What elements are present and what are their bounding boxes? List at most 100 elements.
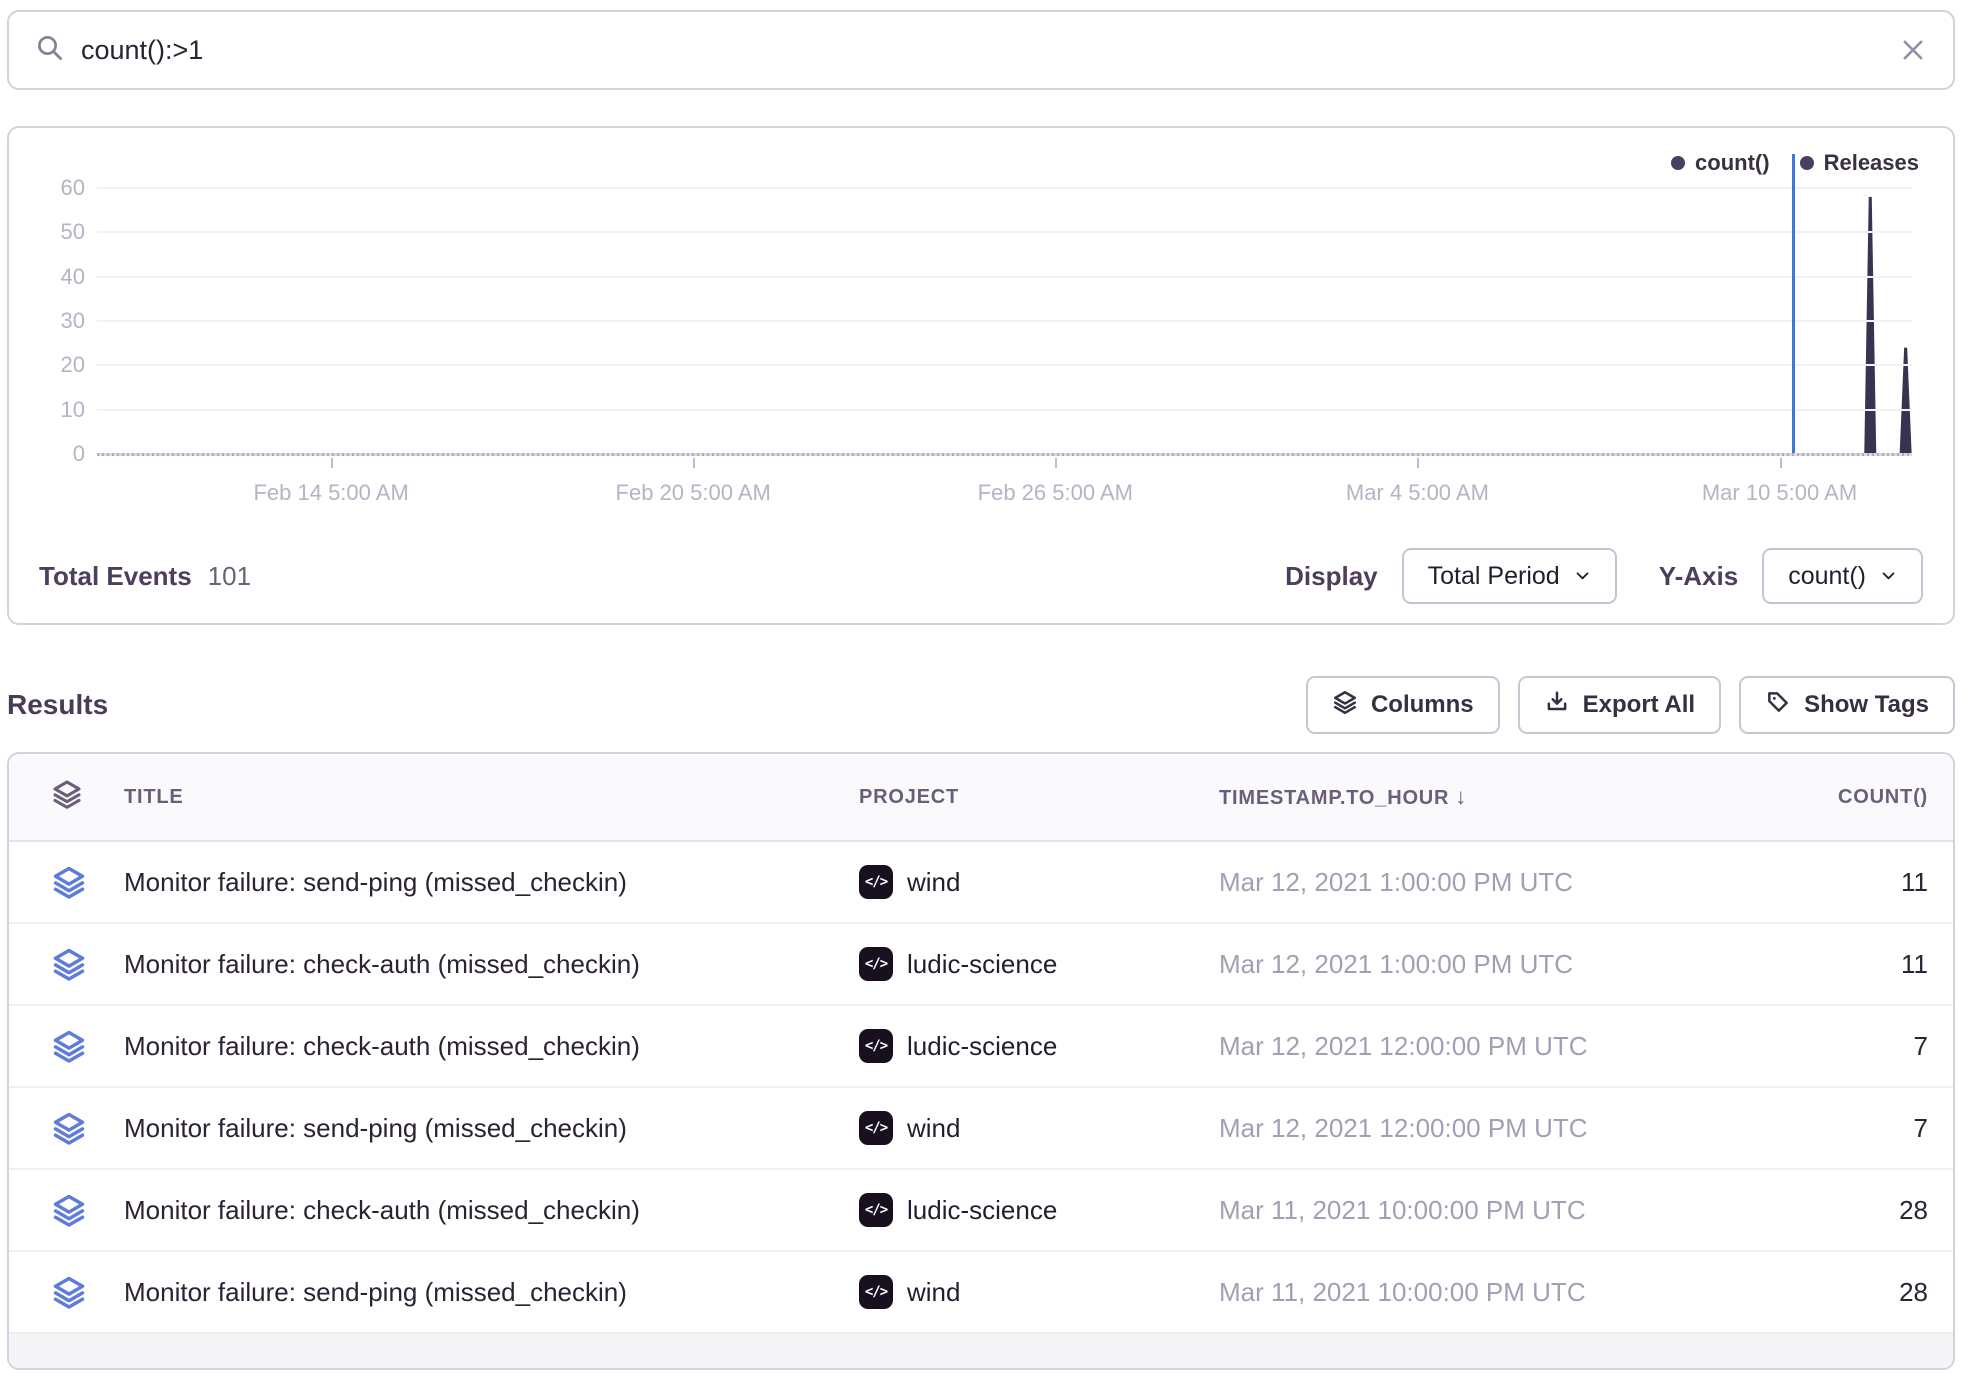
close-icon[interactable] (1899, 36, 1927, 64)
search-icon (35, 33, 65, 68)
code-icon: </> (859, 1275, 893, 1309)
project-name: wind (907, 867, 960, 898)
columns-button[interactable]: Columns (1306, 676, 1500, 734)
x-axis-tick-label: Feb 26 5:00 AM (978, 480, 1133, 506)
show-tags-button-label: Show Tags (1804, 691, 1929, 719)
y-axis-tick-label: 20 (9, 352, 85, 378)
table-row: Monitor failure: send-ping (missed_check… (9, 842, 1953, 924)
x-axis-tick (1417, 458, 1419, 468)
y-axis-tick-label: 10 (9, 397, 85, 423)
code-icon: </> (859, 947, 893, 981)
table-row: Monitor failure: check-auth (missed_chec… (9, 1170, 1953, 1252)
display-label: Display (1285, 561, 1378, 592)
chart-x-axis-line (97, 453, 1912, 456)
event-title-link[interactable]: Monitor failure: check-auth (missed_chec… (124, 949, 859, 980)
project-cell: </> wind (859, 865, 1219, 899)
timestamp-cell: Mar 12, 2021 1:00:00 PM UTC (1219, 867, 1674, 898)
timestamp-cell: Mar 11, 2021 10:00:00 PM UTC (1219, 1195, 1674, 1226)
code-icon: </> (859, 865, 893, 899)
x-axis-tick (1780, 458, 1782, 468)
stack-icon (9, 946, 124, 982)
total-events-value: 101 (208, 561, 251, 592)
stack-icon (9, 1110, 124, 1146)
count-cell: 28 (1674, 1195, 1953, 1226)
total-events-label: Total Events (39, 561, 192, 592)
table-row: Monitor failure: send-ping (missed_check… (9, 1252, 1953, 1334)
export-all-button-label: Export All (1583, 691, 1695, 719)
sort-descending-arrow: ↓ (1455, 784, 1467, 809)
project-cell: </> wind (859, 1111, 1219, 1145)
event-title-link[interactable]: Monitor failure: check-auth (missed_chec… (124, 1031, 859, 1062)
stack-icon (1332, 689, 1358, 722)
export-all-button[interactable]: Export All (1518, 676, 1721, 734)
yaxis-label: Y-Axis (1659, 561, 1739, 592)
events-chart-panel: count()Releases 6050403020100 Feb 14 5:0… (7, 126, 1955, 625)
gridline (97, 231, 1912, 233)
results-header-row: Results Columns Export All (7, 676, 1955, 734)
column-header-project[interactable]: PROJECT (859, 786, 1219, 809)
event-title-link[interactable]: Monitor failure: send-ping (missed_check… (124, 1277, 859, 1308)
yaxis-dropdown-value: count() (1788, 562, 1866, 591)
table-row: Monitor failure: check-auth (missed_chec… (9, 924, 1953, 1006)
tag-icon (1765, 689, 1791, 722)
chevron-down-icon (1880, 562, 1897, 591)
display-dropdown[interactable]: Total Period (1402, 548, 1617, 604)
table-row: Monitor failure: send-ping (missed_check… (9, 1088, 1953, 1170)
gridline (97, 364, 1912, 366)
stack-icon (9, 1274, 124, 1310)
project-name: wind (907, 1277, 960, 1308)
y-axis-tick-label: 0 (9, 441, 85, 467)
table-footer-strip (9, 1334, 1953, 1370)
project-name: ludic-science (907, 949, 1057, 980)
gridline (97, 187, 1912, 189)
search-bar (7, 10, 1955, 90)
y-axis-tick-label: 40 (9, 264, 85, 290)
timestamp-cell: Mar 12, 2021 1:00:00 PM UTC (1219, 949, 1674, 980)
column-header-count[interactable]: COUNT() (1674, 786, 1953, 809)
column-header-timestamp-label: TIMESTAMP.TO_HOUR (1219, 787, 1449, 809)
release-marker-line (1792, 154, 1795, 454)
table-row: Monitor failure: check-auth (missed_chec… (9, 1006, 1953, 1088)
y-axis-tick-label: 30 (9, 308, 85, 334)
code-icon: </> (859, 1111, 893, 1145)
show-tags-button[interactable]: Show Tags (1739, 676, 1955, 734)
stack-icon (9, 778, 124, 816)
chart-plot-area (97, 154, 1912, 454)
x-axis-tick-label: Feb 14 5:00 AM (253, 480, 408, 506)
project-name: ludic-science (907, 1195, 1057, 1226)
results-heading: Results (7, 689, 108, 721)
project-name: ludic-science (907, 1031, 1057, 1062)
x-axis-tick-label: Mar 4 5:00 AM (1346, 480, 1489, 506)
project-name: wind (907, 1113, 960, 1144)
gridline (97, 276, 1912, 278)
x-axis-tick-label: Mar 10 5:00 AM (1702, 480, 1857, 506)
columns-button-label: Columns (1371, 691, 1474, 719)
table-header-row: TITLE PROJECT TIMESTAMP.TO_HOUR ↓ COUNT() (9, 754, 1953, 842)
x-axis-tick (331, 458, 333, 468)
chevron-down-icon (1574, 562, 1591, 591)
y-axis-tick-label: 50 (9, 219, 85, 245)
download-icon (1544, 689, 1570, 722)
count-cell: 11 (1674, 867, 1953, 898)
results-table: TITLE PROJECT TIMESTAMP.TO_HOUR ↓ COUNT()… (7, 752, 1955, 1370)
code-icon: </> (859, 1193, 893, 1227)
count-cell: 28 (1674, 1277, 1953, 1308)
table-body: Monitor failure: send-ping (missed_check… (9, 842, 1953, 1334)
column-header-title[interactable]: TITLE (124, 786, 859, 809)
timestamp-cell: Mar 12, 2021 12:00:00 PM UTC (1219, 1031, 1674, 1062)
gridline (97, 409, 1912, 411)
event-title-link[interactable]: Monitor failure: send-ping (missed_check… (124, 1113, 859, 1144)
event-title-link[interactable]: Monitor failure: send-ping (missed_check… (124, 867, 859, 898)
timestamp-cell: Mar 11, 2021 10:00:00 PM UTC (1219, 1277, 1674, 1308)
project-cell: </> ludic-science (859, 1193, 1219, 1227)
search-input[interactable] (81, 35, 1883, 66)
code-icon: </> (859, 1029, 893, 1063)
stack-icon (9, 1028, 124, 1064)
column-header-timestamp[interactable]: TIMESTAMP.TO_HOUR ↓ (1219, 784, 1674, 810)
event-title-link[interactable]: Monitor failure: check-auth (missed_chec… (124, 1195, 859, 1226)
x-axis-tick-label: Feb 20 5:00 AM (616, 480, 771, 506)
y-axis-tick-label: 60 (9, 175, 85, 201)
display-dropdown-value: Total Period (1428, 562, 1560, 591)
count-cell: 11 (1674, 949, 1953, 980)
yaxis-dropdown[interactable]: count() (1762, 548, 1923, 604)
